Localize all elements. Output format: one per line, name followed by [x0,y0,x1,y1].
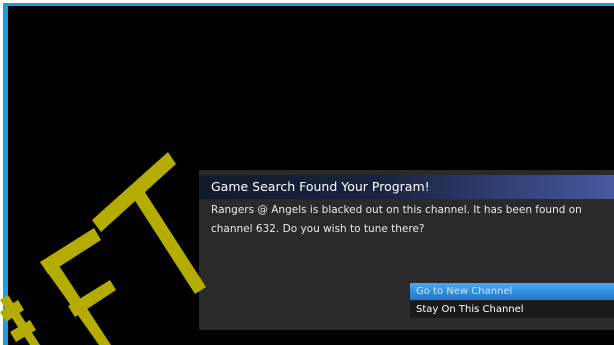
dialog-options: Go to New Channel Stay On This Channel [410,283,614,318]
tv-screen: Game Search Found Your Program! Rangers … [0,0,614,345]
game-search-dialog: Game Search Found Your Program! Rangers … [199,170,614,330]
dialog-message: Rangers @ Angels is blacked out on this … [211,204,582,235]
stay-on-this-channel-button[interactable]: Stay On This Channel [410,301,614,318]
go-to-new-channel-button[interactable]: Go to New Channel [410,283,614,300]
dialog-title: Game Search Found Your Program! [199,175,614,199]
